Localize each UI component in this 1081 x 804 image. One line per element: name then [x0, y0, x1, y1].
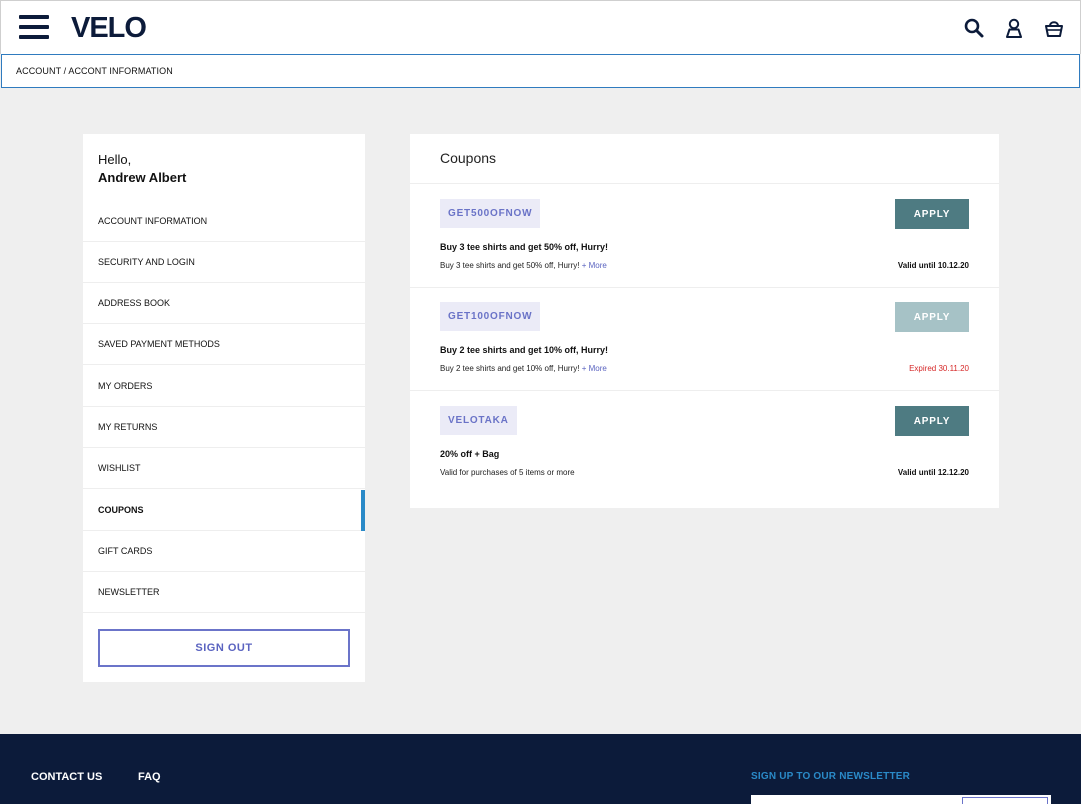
coupon-validity: Valid until 12.12.20 [897, 468, 969, 477]
apply-button[interactable]: APPLY [895, 406, 969, 436]
footer-link-faq[interactable]: FAQ [138, 771, 161, 783]
site-header: VELO [0, 0, 1081, 54]
apply-button-disabled[interactable]: APPLY [895, 302, 969, 332]
coupons-panel: Coupons GET500OFNOW APPLY Buy 3 tee shir… [410, 134, 999, 508]
user-icon[interactable] [1003, 17, 1025, 39]
coupon-code[interactable]: GET500OFNOW [440, 199, 541, 228]
coupon-description-text: Buy 2 tee shirts and get 10% off, Hurry! [440, 364, 580, 373]
menu-icon[interactable] [19, 15, 49, 41]
sidebar-item-security-and-login[interactable]: SECURITY AND LOGIN [83, 242, 365, 283]
coupon-description: Valid for purchases of 5 items or more [440, 468, 575, 477]
sidebar-item-newsletter[interactable]: NEWSLETTER [83, 572, 365, 613]
footer-link-contact-us[interactable]: CONTACT US [31, 771, 102, 783]
greeting: Hello, Andrew Albert [98, 151, 186, 187]
site-footer: CONTACT US FAQ SIGN UP TO OUR NEWSLETTER [0, 734, 1081, 804]
sidebar-item-gift-cards[interactable]: GIFT CARDS [83, 531, 365, 572]
newsletter-submit-button[interactable] [962, 797, 1048, 804]
sidebar-item-wishlist[interactable]: WISHLIST [83, 448, 365, 489]
sidebar-item-saved-payment-methods[interactable]: SAVED PAYMENT METHODS [83, 324, 365, 365]
coupon-card: GET500OFNOW APPLY Buy 3 tee shirts and g… [410, 184, 999, 288]
sidebar-item-my-returns[interactable]: MY RETURNS [83, 407, 365, 448]
site-logo[interactable]: VELO [71, 12, 147, 45]
coupon-description-text: Buy 3 tee shirts and get 50% off, Hurry! [440, 261, 580, 270]
coupon-code[interactable]: VELOTAKA [440, 406, 517, 435]
apply-button[interactable]: APPLY [895, 199, 969, 229]
user-name: Andrew Albert [98, 170, 187, 185]
coupon-code[interactable]: GET100OFNOW [440, 302, 541, 331]
shopping-bag-icon[interactable] [1043, 17, 1065, 39]
sidebar-item-my-orders[interactable]: MY ORDERS [83, 366, 365, 407]
coupon-headline: Buy 3 tee shirts and get 50% off, Hurry! [440, 242, 609, 252]
sign-out-button[interactable]: SIGN OUT [98, 629, 350, 667]
newsletter-heading: SIGN UP TO OUR NEWSLETTER [751, 771, 911, 782]
sidebar-item-coupons[interactable]: COUPONS [83, 490, 365, 531]
sidebar-item-address-book[interactable]: ADDRESS BOOK [83, 283, 365, 324]
coupon-description: Buy 3 tee shirts and get 50% off, Hurry!… [440, 261, 607, 270]
coupon-card: GET100OFNOW APPLY Buy 2 tee shirts and g… [410, 287, 999, 391]
search-icon[interactable] [963, 17, 985, 39]
more-link[interactable]: + More [582, 364, 607, 373]
coupon-expired-status: Expired 30.11.20 [909, 364, 969, 373]
greeting-text: Hello, [98, 152, 132, 167]
account-sidebar: Hello, Andrew Albert ACCOUNT INFORMATION… [83, 134, 365, 682]
coupon-headline: Buy 2 tee shirts and get 10% off, Hurry! [440, 345, 609, 355]
panel-title: Coupons [440, 150, 497, 166]
coupon-headline: 20% off + Bag [440, 449, 500, 459]
breadcrumb[interactable]: ACCOUNT / ACCONT INFORMATION [1, 54, 1080, 88]
coupon-description: Buy 2 tee shirts and get 10% off, Hurry!… [440, 364, 607, 373]
coupon-validity: Valid until 10.12.20 [897, 261, 969, 270]
more-link[interactable]: + More [582, 261, 607, 270]
coupon-card: VELOTAKA APPLY 20% off + Bag Valid for p… [410, 391, 999, 495]
sidebar-item-account-information[interactable]: ACCOUNT INFORMATION [83, 201, 365, 242]
